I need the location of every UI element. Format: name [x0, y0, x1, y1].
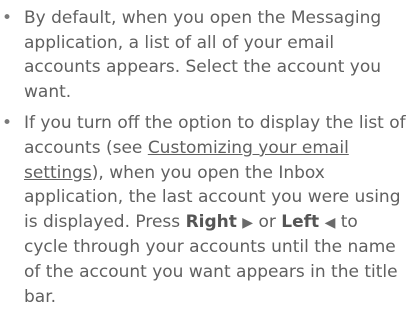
instruction-list: • By default, when you open the Messagin…	[0, 0, 412, 309]
list-item-default-accounts: • By default, when you open the Messagin…	[0, 6, 406, 104]
left-arrow-icon: ◀	[324, 214, 336, 231]
list-item-text: By default, when you open the Messaging …	[24, 8, 382, 102]
bullet-icon: •	[2, 113, 13, 134]
text-segment: or	[253, 211, 282, 232]
right-arrow-icon: ▶	[242, 214, 254, 231]
bullet-icon: •	[2, 8, 13, 28]
list-item-accounts-off: • If you turn off the option to display …	[0, 111, 406, 309]
left-key-label: Left	[281, 211, 320, 232]
right-key-label: Right	[185, 211, 237, 232]
